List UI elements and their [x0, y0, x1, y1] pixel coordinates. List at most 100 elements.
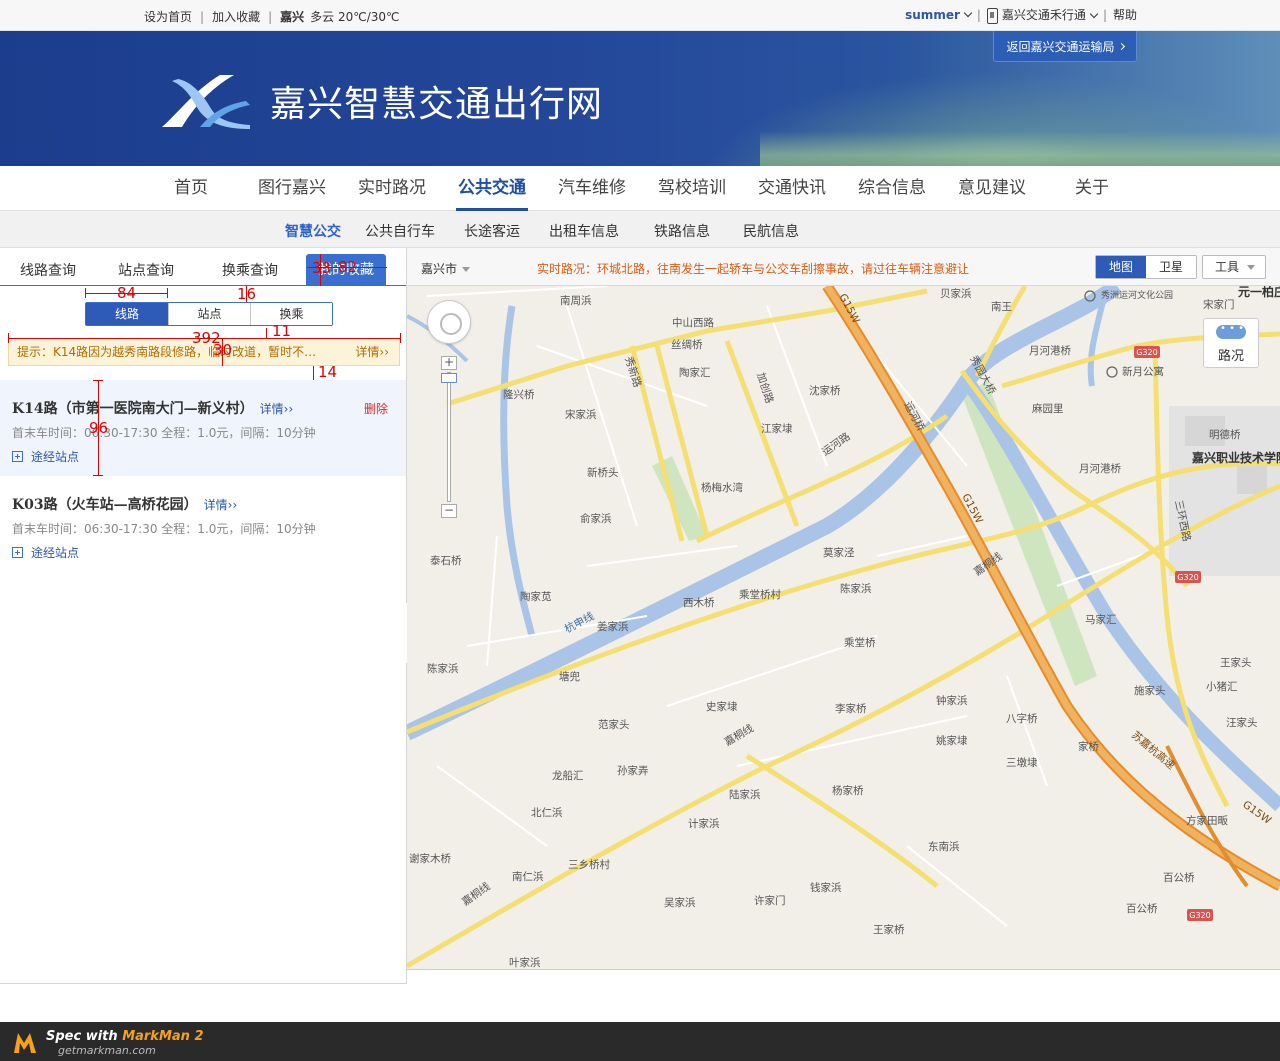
spec-line — [266, 328, 267, 338]
map-toolbar: 嘉兴市 实时路况：环城北路，往南发生一起轿车与公交车刮擦事故，请过往车辆注意避让… — [407, 248, 1280, 286]
place-label: 月河港桥 — [1029, 345, 1071, 357]
site-logo-icon[interactable] — [160, 71, 252, 129]
place-label: 宋家门 — [1203, 298, 1235, 311]
route-detail-link[interactable]: 详情›› — [260, 402, 294, 416]
place-label: 丝绸桥 — [671, 338, 703, 351]
route-detail-label: 详情 — [259, 402, 284, 416]
g320-badge: G320 — [1177, 573, 1198, 582]
subnav-air[interactable]: 民航信息 — [743, 221, 823, 241]
nav-about[interactable]: 关于 — [1042, 166, 1142, 211]
place-label: 秀洲运河文化公园 — [1101, 289, 1173, 301]
subnav-smart-bus[interactable]: 智慧公交 — [285, 221, 365, 241]
markman-logo-icon — [14, 1033, 36, 1053]
map-area[interactable]: 嘉兴市 实时路况：环城北路，往南发生一起轿车与公交车刮擦事故，请过往车辆注意避让… — [407, 248, 1280, 970]
zoom-slider-thumb[interactable] — [441, 373, 457, 383]
map-canvas[interactable]: G320 G320 G320 南周浜 中山西路 丝绸桥 陶家汇 隆兴桥 宋家浜 … — [407, 286, 1280, 970]
place-label: 杨家桥 — [832, 784, 864, 797]
phone-icon — [986, 7, 998, 24]
top-links: 设为首页 | 加入收藏 | 嘉兴 多云 20℃/30℃ — [136, 8, 408, 25]
zoom-in-button[interactable]: + — [441, 356, 457, 370]
traffic-layer-button[interactable]: 路况 — [1203, 318, 1259, 368]
notice-detail-label: 详情 — [355, 345, 380, 359]
tab-transfer-query[interactable]: 换乘查询 — [196, 248, 304, 286]
place-label: 钟家浜 — [936, 694, 968, 707]
route-name: K03路（火车站—高桥花园） — [12, 497, 198, 513]
seg-route[interactable]: 线路 — [86, 303, 168, 325]
site-title: 嘉兴智慧交通出行网 — [270, 84, 604, 125]
set-home-link[interactable]: 设为首页 — [136, 8, 200, 25]
nav-news[interactable]: 交通快讯 — [742, 166, 842, 211]
place-label: 叶家浜 — [509, 956, 541, 969]
subnav-rail[interactable]: 铁路信息 — [654, 221, 743, 241]
markman-footer: Spec with MarkMan 2 getmarkman.com — [0, 1022, 1280, 1061]
city-name: 嘉兴 — [280, 10, 305, 24]
place-label: 南王 — [991, 300, 1012, 313]
place-label: 家桥 — [1078, 740, 1100, 753]
place-label: 姚家埭 — [936, 734, 968, 747]
nav-info[interactable]: 综合信息 — [842, 166, 942, 211]
user-menu[interactable]: summer — [905, 8, 973, 22]
city-select-label: 嘉兴市 — [421, 262, 458, 276]
chevron-right-icon — [1117, 42, 1125, 50]
city-select[interactable]: 嘉兴市 — [421, 260, 471, 277]
header-banner: 嘉兴智慧交通出行网 返回嘉兴交通运输局 — [0, 31, 1280, 166]
zoom-slider[interactable] — [447, 372, 451, 502]
map-pan-control[interactable] — [427, 300, 471, 344]
route-name: K14路（市第一医院南大门—新义村） — [12, 401, 254, 417]
zoom-out-button[interactable]: − — [441, 504, 457, 518]
place-label: 明德桥 — [1209, 428, 1241, 441]
place-label: 新月公寓 — [1122, 365, 1164, 378]
place-label: 东南浜 — [928, 840, 960, 853]
traffic-alert: 实时路况：环城北路，往南发生一起轿车与公交车刮擦事故，请过往车辆注意避让 — [537, 262, 970, 276]
add-favorite-link[interactable]: 加入收藏 — [204, 8, 268, 25]
subnav-bike[interactable]: 公共自行车 — [365, 221, 464, 241]
nav-traffic[interactable]: 实时路况 — [342, 166, 442, 211]
help-link[interactable]: 帮助 — [1113, 6, 1137, 23]
map-tools-dropdown[interactable]: 工具 — [1202, 255, 1266, 279]
markman-brand: Spec with MarkMan 2 — [46, 1029, 204, 1044]
seg-stop[interactable]: 站点 — [168, 303, 250, 325]
place-label: 南周浜 — [560, 294, 592, 307]
place-label: 沈家桥 — [809, 384, 841, 397]
subnav-coach[interactable]: 长途客运 — [464, 221, 549, 241]
place-label: 百公桥 — [1163, 872, 1195, 884]
nav-public-transit[interactable]: 公共交通 — [456, 166, 528, 211]
place-label: 杨梅水湾 — [701, 481, 743, 494]
app-menu[interactable]: 嘉兴交通禾行通 — [986, 6, 1099, 24]
place-label: 俞家浜 — [580, 512, 612, 525]
spec-label: 16 — [237, 285, 257, 303]
subnav-taxi[interactable]: 出租车信息 — [549, 221, 654, 241]
tab-stop-query[interactable]: 站点查询 — [96, 248, 196, 286]
favorite-route-item[interactable]: K14路（市第一医院南大门—新义村） 详情›› 删除 首末车时间：06:30-17… — [0, 380, 406, 476]
return-bureau-button[interactable]: 返回嘉兴交通运输局 — [993, 31, 1137, 62]
nav-car-repair[interactable]: 汽车维修 — [542, 166, 642, 211]
spec-line — [8, 333, 9, 343]
spec-line — [167, 288, 168, 298]
map-type-map-button[interactable]: 地图 — [1096, 256, 1146, 278]
favorite-route-item[interactable]: K03路（火车站—高桥花园） 详情›› 首末车时间：06:30-17:30 全程：… — [0, 476, 406, 572]
place-label: 史家埭 — [706, 700, 738, 713]
spec-label: 30 — [213, 341, 233, 359]
place-label: 月河港桥 — [1079, 463, 1121, 475]
nav-map[interactable]: 图行嘉兴 — [242, 166, 342, 211]
delete-route-button[interactable]: 删除 — [364, 400, 388, 417]
place-label: 塘兜 — [559, 670, 580, 683]
spec-label: 82 — [338, 258, 358, 276]
place-label: 方家田畈 — [1186, 814, 1228, 827]
nav-home[interactable]: 首页 — [160, 166, 222, 211]
nav-feedback[interactable]: 意见建议 — [942, 166, 1042, 211]
tab-route-query[interactable]: 线路查询 — [0, 248, 96, 286]
route-detail-label: 详情 — [203, 498, 228, 512]
route-stops-toggle[interactable]: 途经站点 — [12, 544, 79, 561]
divider: | — [976, 7, 981, 22]
route-detail-link[interactable]: 详情›› — [204, 498, 238, 512]
place-label: 王家桥 — [873, 923, 905, 936]
notice-detail-link[interactable]: 详情›› — [355, 339, 389, 365]
place-label: 元一柏庄 — [1238, 286, 1280, 299]
g320-badge: G320 — [1136, 348, 1157, 357]
route-stops-toggle[interactable]: 途经站点 — [12, 448, 79, 465]
map-type-satellite-button[interactable]: 卫星 — [1146, 256, 1196, 278]
place-label: 麻园里 — [1032, 402, 1064, 415]
nav-driving-school[interactable]: 驾校培训 — [642, 166, 742, 211]
place-label: 陶家苋 — [520, 590, 552, 603]
